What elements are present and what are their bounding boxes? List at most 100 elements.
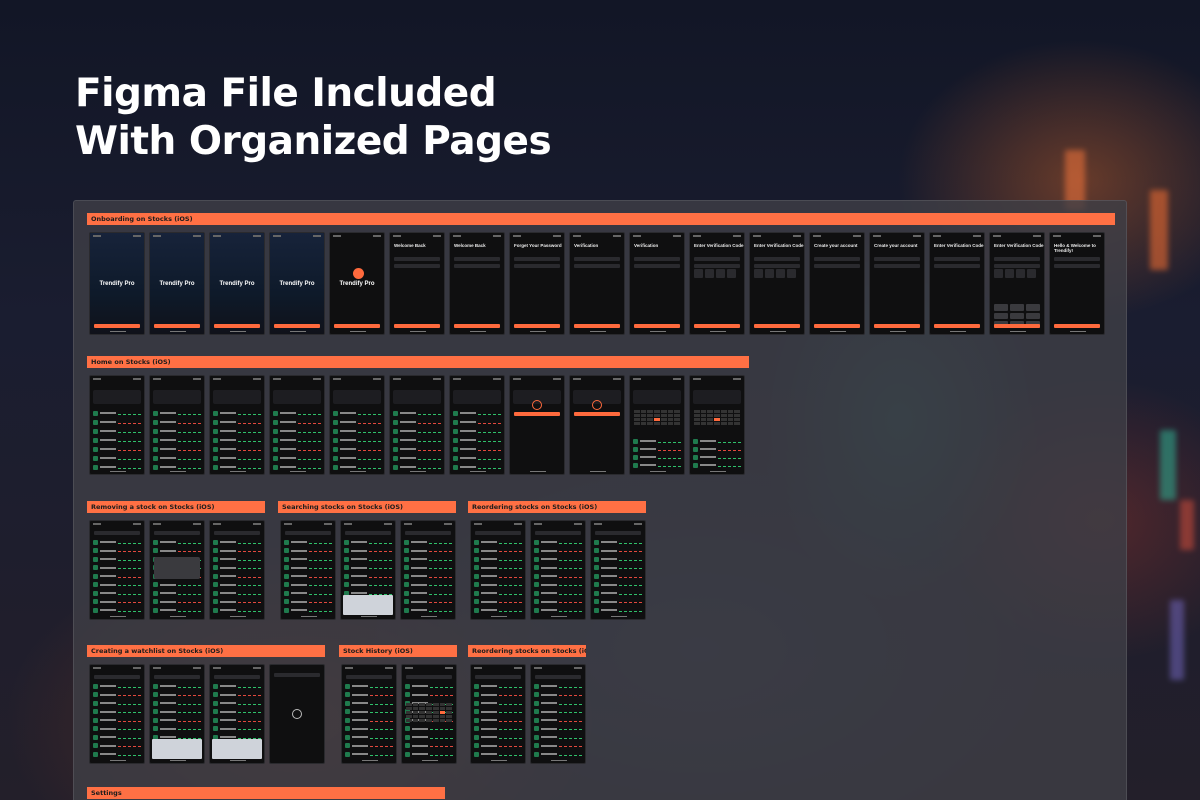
home-screen <box>89 375 145 475</box>
stock-name <box>541 600 557 603</box>
section-title: Stock History (iOS) <box>339 645 457 657</box>
sparkline-icon <box>298 439 321 442</box>
stock-logo-icon <box>213 726 218 731</box>
primary-button[interactable] <box>394 324 440 328</box>
calendar-day <box>727 414 734 417</box>
calendar-day <box>720 422 727 425</box>
status-icons <box>634 523 642 525</box>
stock-name <box>412 685 428 687</box>
stock-row <box>153 692 201 698</box>
stock-logo-icon <box>153 437 158 443</box>
status-time <box>273 378 281 380</box>
stock-logo-icon <box>344 556 349 562</box>
status-time <box>93 378 101 380</box>
stock-name <box>411 549 427 552</box>
sparkline-icon <box>478 448 501 451</box>
sparkline-icon <box>499 744 522 747</box>
primary-button[interactable] <box>454 324 500 328</box>
sparkline-icon <box>309 575 332 578</box>
home-screen <box>569 375 625 475</box>
stock-name <box>541 693 557 696</box>
stock-logo-icon <box>404 573 409 579</box>
stock-name <box>220 558 236 560</box>
primary-button[interactable] <box>934 324 980 328</box>
list-screen <box>340 520 396 620</box>
primary-button[interactable] <box>814 324 860 328</box>
stock-row <box>594 599 642 605</box>
stock-row <box>153 464 201 470</box>
sparkline-icon <box>619 558 642 561</box>
status-time <box>93 235 101 237</box>
stock-name <box>160 600 176 603</box>
input-field <box>874 257 920 261</box>
search-input <box>405 531 451 535</box>
stock-logo-icon <box>93 582 98 587</box>
stock-row <box>594 573 642 579</box>
bg-candle <box>1180 500 1194 550</box>
stock-row <box>333 428 381 434</box>
stock-row <box>534 700 582 706</box>
stock-row <box>345 709 393 715</box>
stock-name <box>601 583 617 586</box>
sparkline-icon <box>370 736 393 739</box>
home-screen <box>689 375 745 475</box>
status-icons <box>733 235 741 237</box>
stock-row <box>474 607 522 613</box>
primary-button[interactable] <box>94 324 140 328</box>
sparkline-icon <box>298 412 321 415</box>
primary-button[interactable] <box>874 324 920 328</box>
primary-button[interactable] <box>994 324 1040 328</box>
primary-button[interactable] <box>514 324 560 328</box>
stock-name <box>700 464 716 466</box>
primary-button[interactable] <box>154 324 200 328</box>
primary-button[interactable] <box>694 324 740 328</box>
calendar-day <box>734 418 740 421</box>
stock-logo-icon <box>594 548 599 553</box>
primary-button[interactable] <box>634 324 680 328</box>
stock-row <box>534 709 582 715</box>
stock-row <box>153 539 201 545</box>
search-input <box>214 531 260 535</box>
sparkline-icon <box>418 430 441 433</box>
stock-name <box>481 592 497 594</box>
stock-name <box>481 549 497 552</box>
home-indicator <box>950 331 966 332</box>
stock-row <box>534 599 582 605</box>
search-input <box>94 531 140 535</box>
stock-row <box>213 582 261 588</box>
status-icons <box>313 235 321 237</box>
balance-card <box>213 390 261 404</box>
stock-name <box>352 744 368 747</box>
stock-name <box>100 693 116 696</box>
list-screen <box>269 664 325 764</box>
calendar-day <box>674 418 680 421</box>
stock-logo-icon <box>393 410 398 416</box>
stock-logo-icon <box>93 726 98 731</box>
primary-button[interactable] <box>574 324 620 328</box>
status-icons <box>133 378 141 380</box>
primary-button[interactable] <box>754 324 800 328</box>
sparkline-icon <box>118 727 141 730</box>
primary-button[interactable] <box>334 324 380 328</box>
stock-logo-icon <box>153 548 158 553</box>
stock-name <box>220 609 236 611</box>
stock-row <box>213 599 261 605</box>
sparkline-icon <box>499 685 522 688</box>
calendar-day <box>634 418 640 421</box>
stock-logo-icon <box>93 692 98 697</box>
stock-logo-icon <box>405 683 410 689</box>
sparkline-icon <box>118 753 141 756</box>
sparkline-icon <box>559 702 582 705</box>
calendar-day <box>660 422 667 425</box>
stock-logo-icon <box>345 726 350 731</box>
stock-name <box>411 583 427 586</box>
primary-button[interactable] <box>274 324 320 328</box>
primary-button[interactable] <box>214 324 260 328</box>
stock-row <box>453 437 501 443</box>
status-time <box>213 667 221 669</box>
primary-button[interactable] <box>1054 324 1100 328</box>
stock-logo-icon <box>404 599 409 604</box>
stock-row <box>393 419 441 425</box>
stock-logo-icon <box>344 539 349 545</box>
status-bar <box>594 523 642 526</box>
